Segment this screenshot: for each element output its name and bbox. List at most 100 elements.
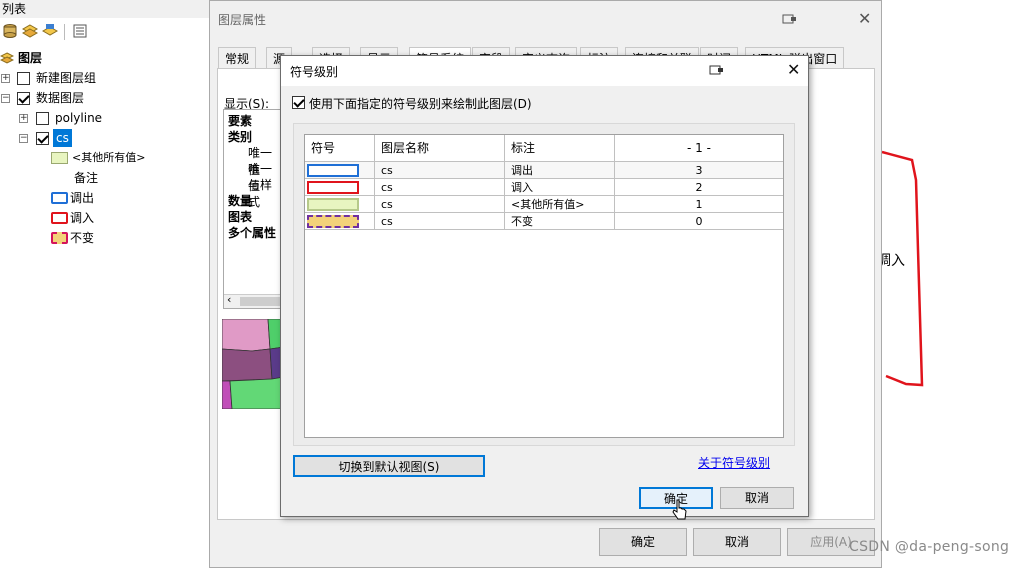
switch-default-view-button[interactable]: 切换到默认视图(S) xyxy=(293,455,485,477)
label-cell: <其他所有值> xyxy=(505,196,615,212)
tree-scrollbar[interactable]: ‹ xyxy=(224,293,282,308)
legend-swatch xyxy=(51,152,68,164)
context-help-icon[interactable] xyxy=(782,13,798,25)
symbol-swatch xyxy=(307,198,359,211)
column-header-level-1[interactable]: - 1 - xyxy=(615,135,783,161)
tree-charts[interactable]: 图表 xyxy=(228,208,252,225)
toc-item-data-layer[interactable]: − 数据图层 xyxy=(0,88,200,108)
toc-item-label: 数据图层 xyxy=(36,91,85,105)
layer-visibility-checkbox[interactable] xyxy=(36,132,49,145)
tree-categories[interactable]: 类别 xyxy=(228,128,252,145)
symbol-cell[interactable] xyxy=(305,213,375,229)
cancel-button[interactable]: 取消 xyxy=(720,487,794,509)
list-by-source-icon[interactable] xyxy=(22,23,38,39)
layer-name-cell: cs xyxy=(375,179,505,195)
symbol-cell[interactable] xyxy=(305,162,375,178)
symbology-preview-image xyxy=(222,319,284,409)
symbol-levels-dialog: 符号级别 ✕ 使用下面指定的符号级别来绘制此图层(D) 符号 图层名称 标注 -… xyxy=(280,55,809,520)
grid-row[interactable]: cs 调出 3 xyxy=(305,162,783,179)
level-cell[interactable]: 0 xyxy=(615,213,783,229)
map-polygon xyxy=(881,150,924,387)
label-cell: 调出 xyxy=(505,162,615,178)
symbol-swatch xyxy=(307,164,359,177)
column-header-label[interactable]: 标注 xyxy=(505,135,615,161)
expand-icon[interactable]: + xyxy=(19,114,28,123)
layer-visibility-checkbox[interactable] xyxy=(36,112,49,125)
options-icon[interactable] xyxy=(72,23,88,39)
grid-header: 符号 图层名称 标注 - 1 - xyxy=(305,135,783,162)
legend-item-other[interactable]: <其他所有值> xyxy=(0,148,200,168)
layer-visibility-checkbox[interactable] xyxy=(17,92,30,105)
use-symbol-levels-label: 使用下面指定的符号级别来绘制此图层(D) xyxy=(309,97,532,111)
label-cell: 调入 xyxy=(505,179,615,195)
level-cell[interactable]: 1 xyxy=(615,196,783,212)
watermark: CSDN @da-peng-song xyxy=(849,539,1010,555)
layer-name-cell: cs xyxy=(375,196,505,212)
symbol-levels-grid[interactable]: 符号 图层名称 标注 - 1 - cs 调出 3 cs 调入 2 cs <其他所有值> 1 cs 不… xyxy=(304,134,784,438)
legend-label: 调出 xyxy=(70,191,95,205)
list-by-drawing-order-icon[interactable] xyxy=(2,23,18,39)
dialog-title: 符号级别 xyxy=(290,65,339,79)
tab-general[interactable]: 常规 xyxy=(218,47,257,69)
legend-swatch xyxy=(51,192,68,204)
layer-name-cell: cs xyxy=(375,213,505,229)
layer-name-cell: cs xyxy=(375,162,505,178)
legend-label: <其他所有值> xyxy=(72,151,146,164)
legend-label: 调入 xyxy=(70,211,95,225)
level-cell[interactable]: 2 xyxy=(615,179,783,195)
tree-match-style[interactable]: 与样式 xyxy=(248,176,282,210)
tree-quantities[interactable]: 数量 xyxy=(228,192,252,209)
list-by-visibility-icon[interactable] xyxy=(42,23,58,39)
toc-item-cs[interactable]: − cs xyxy=(0,128,200,148)
legend-item-unchanged[interactable]: 不变 xyxy=(0,228,200,248)
grid-row[interactable]: cs 调入 2 xyxy=(305,179,783,196)
use-symbol-levels-checkbox[interactable] xyxy=(292,96,305,109)
renderer-tree[interactable]: 要素 类别 唯一值 唯一值 与样式 数量 图表 多个属性 ‹ xyxy=(223,109,283,309)
column-header-symbol[interactable]: 符号 xyxy=(305,135,375,161)
close-icon[interactable]: ✕ xyxy=(787,60,800,79)
symbol-levels-grid-frame: 符号 图层名称 标注 - 1 - cs 调出 3 cs 调入 2 cs <其他所有值> 1 cs 不… xyxy=(293,123,795,446)
legend-swatch xyxy=(51,232,68,244)
cancel-button[interactable]: 取消 xyxy=(693,528,781,556)
tree-multiple-attributes[interactable]: 多个属性 xyxy=(228,224,276,241)
toc-root-label: 图层 xyxy=(18,51,43,65)
scroll-left-icon[interactable]: ‹ xyxy=(227,293,231,306)
collapse-icon[interactable]: − xyxy=(1,94,10,103)
symbol-swatch xyxy=(307,215,359,228)
grid-row[interactable]: cs 不变 0 xyxy=(305,213,783,230)
level-cell[interactable]: 3 xyxy=(615,162,783,178)
legend-label: 备注 xyxy=(74,171,99,185)
layers-icon xyxy=(0,52,14,64)
about-symbol-levels-link[interactable]: 关于符号级别 xyxy=(698,454,770,471)
symbol-cell[interactable] xyxy=(305,196,375,212)
toc-item-label-selected[interactable]: cs xyxy=(53,129,72,147)
legend-item-out[interactable]: 调出 xyxy=(0,188,200,208)
dialog-titlebar: 符号级别 ✕ xyxy=(281,56,808,86)
label-cell: 不变 xyxy=(505,213,615,229)
column-header-layer-name[interactable]: 图层名称 xyxy=(375,135,505,161)
ok-button[interactable]: 确定 xyxy=(599,528,687,556)
grid-row[interactable]: cs <其他所有值> 1 xyxy=(305,196,783,213)
expand-icon[interactable]: + xyxy=(1,74,10,83)
toc-item-new-group[interactable]: + 新建图层组 xyxy=(0,68,200,88)
layer-visibility-checkbox[interactable] xyxy=(17,72,30,85)
toc-toolbar xyxy=(0,20,210,44)
tree-features[interactable]: 要素 xyxy=(228,112,252,129)
close-icon[interactable]: ✕ xyxy=(858,9,871,28)
legend-label: 不变 xyxy=(70,231,95,245)
toc-item-polyline[interactable]: + polyline xyxy=(0,108,200,128)
table-of-contents: 列表 图层 + 新建图层组 − 数据图层 + polyline − cs <其他… xyxy=(0,0,210,568)
use-symbol-levels-option[interactable]: 使用下面指定的符号级别来绘制此图层(D) xyxy=(292,94,612,112)
symbol-cell[interactable] xyxy=(305,179,375,195)
dialog-title: 图层属性 xyxy=(218,13,267,27)
context-help-icon[interactable] xyxy=(709,64,725,76)
mouse-cursor-icon xyxy=(672,499,687,520)
collapse-icon[interactable]: − xyxy=(19,134,28,143)
toc-item-label: 新建图层组 xyxy=(36,71,97,85)
legend-item-in[interactable]: 调入 xyxy=(0,208,200,228)
legend-item-note: 备注 xyxy=(0,168,200,188)
legend-swatch xyxy=(51,212,68,224)
symbol-swatch xyxy=(307,181,359,194)
toc-title: 列表 xyxy=(0,0,210,18)
toc-item-label: polyline xyxy=(55,111,103,125)
